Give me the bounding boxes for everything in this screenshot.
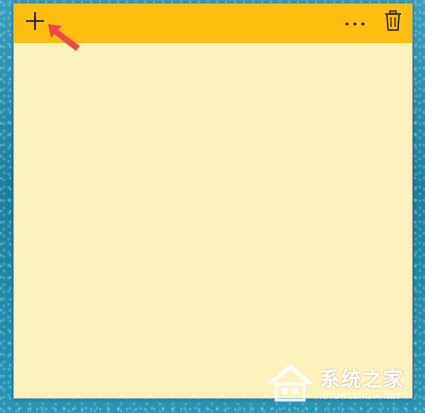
pointer-arrow-icon	[48, 24, 80, 51]
menu-button[interactable]	[336, 4, 374, 43]
watermark-url: XITONGZHIJIA.NET	[320, 392, 402, 401]
watermark-title: 系统之家	[320, 367, 404, 391]
sticky-note-window	[13, 3, 413, 399]
trash-icon	[384, 10, 402, 37]
watermark: 系统之家 XITONGZHIJIA.NET	[262, 360, 422, 404]
note-text-area[interactable]	[14, 43, 412, 398]
plus-icon	[24, 10, 46, 37]
house-logo-icon	[266, 364, 314, 402]
delete-note-button[interactable]	[374, 4, 412, 43]
ellipsis-icon	[344, 15, 366, 33]
